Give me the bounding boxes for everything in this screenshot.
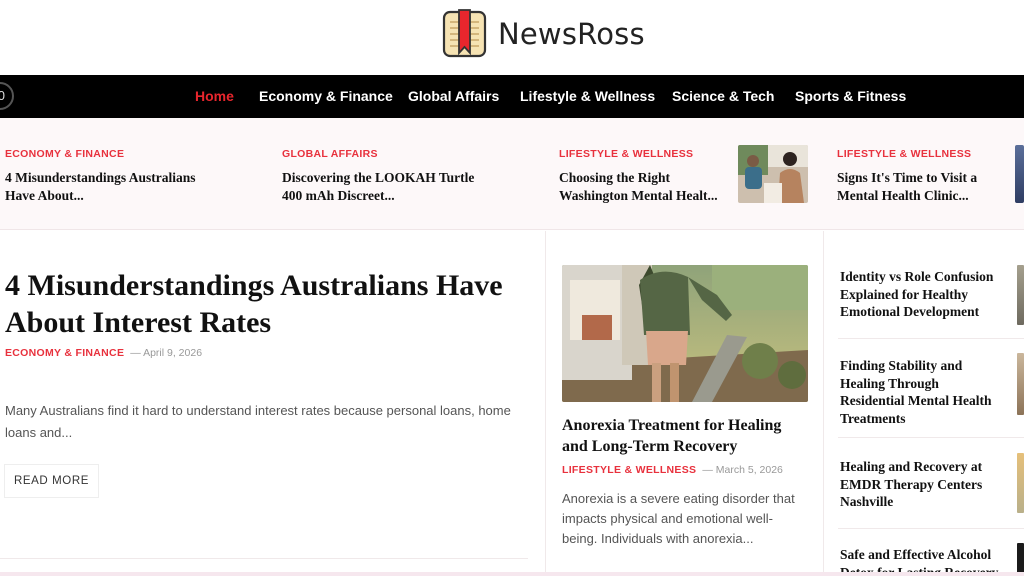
ticker-category[interactable]: LIFESTYLE & WELLNESS [559,148,729,160]
lead-article-category[interactable]: ECONOMY & FINANCE [5,347,124,359]
ticker-title[interactable]: 4 Misunderstandings Australians Have Abo… [5,169,205,205]
ticker-thumbnail-image[interactable] [1015,145,1024,203]
main-content: 4 Misunderstandings Australians Have Abo… [0,231,1024,576]
ticker-category[interactable]: ECONOMY & FINANCE [5,148,205,160]
divider [838,437,1024,438]
divider [838,528,1024,529]
nav-global-affairs[interactable]: Global Affairs [408,88,499,104]
search-toggle-icon[interactable]: 0 [0,82,14,110]
nav-lifestyle-wellness[interactable]: Lifestyle & Wellness [520,88,655,104]
article-card-excerpt: Anorexia is a severe eating disorder tha… [562,491,795,546]
page-bottom-edge [0,572,1024,576]
site-logo[interactable]: NewsRoss [441,8,645,59]
sidebar-article-title[interactable]: Identity vs Role Confusion Explained for… [840,268,1000,321]
site-header: NewsRoss [0,0,1024,75]
lead-article-meta: ECONOMY & FINANCE — April 9, 2026 [5,347,202,359]
article-card-title[interactable]: Anorexia Treatment for Healing and Long-… [562,415,802,457]
sidebar-article-thumbnail[interactable] [1017,353,1024,415]
lead-article-title[interactable]: 4 Misunderstandings Australians Have Abo… [5,267,525,341]
ticker-item[interactable]: ECONOMY & FINANCE 4 Misunderstandings Au… [5,148,205,205]
ticker-category[interactable]: LIFESTYLE & WELLNESS [837,148,1007,160]
ticker-title[interactable]: Signs It's Time to Visit a Mental Health… [837,169,1007,205]
divider [823,231,824,576]
ticker-item[interactable]: LIFESTYLE & WELLNESS Choosing the Right … [559,148,729,205]
nav-home[interactable]: Home [195,88,234,104]
nav-economy-finance[interactable]: Economy & Finance [259,88,393,104]
article-card-category[interactable]: LIFESTYLE & WELLNESS [562,464,696,476]
nav-sports-fitness[interactable]: Sports & Fitness [795,88,906,104]
article-card-date: — March 5, 2026 [702,464,783,476]
sidebar-article-thumbnail[interactable] [1017,453,1024,513]
ticker-item[interactable]: LIFESTYLE & WELLNESS Signs It's Time to … [837,148,1007,205]
ticker-title[interactable]: Discovering the LOOKAH Turtle 400 mAh Di… [282,169,482,205]
site-name: NewsRoss [498,16,645,51]
divider [545,231,546,576]
sidebar-article-title[interactable]: Finding Stability and Healing Through Re… [840,357,1000,427]
divider [0,558,528,559]
nav-science-tech[interactable]: Science & Tech [672,88,774,104]
featured-ticker: ECONOMY & FINANCE 4 Misunderstandings Au… [0,118,1024,230]
article-card-image[interactable] [562,265,808,402]
sidebar-article-title[interactable]: Healing and Recovery at EMDR Therapy Cen… [840,458,1000,511]
divider [838,338,1024,339]
newspaper-logo-icon [441,8,488,59]
ticker-category[interactable]: GLOBAL AFFAIRS [282,148,482,160]
read-more-button[interactable]: READ MORE [4,464,99,498]
ticker-title[interactable]: Choosing the Right Washington Mental Hea… [559,169,729,205]
ticker-item[interactable]: GLOBAL AFFAIRS Discovering the LOOKAH Tu… [282,148,482,205]
main-nav: 0 Home Economy & Finance Global Affairs … [0,75,1024,118]
article-card-meta: LIFESTYLE & WELLNESS — March 5, 2026 [562,464,783,476]
sidebar-article-thumbnail[interactable] [1017,265,1024,325]
lead-article-date: — April 9, 2026 [130,347,203,359]
lead-article-excerpt: Many Australians find it hard to underst… [5,403,511,440]
ticker-thumbnail-image[interactable] [738,145,808,203]
